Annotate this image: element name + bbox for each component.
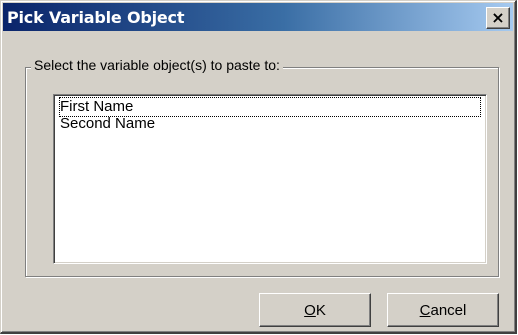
ok-label-rest: K bbox=[315, 301, 326, 319]
close-button[interactable]: × bbox=[486, 7, 510, 29]
cancel-button[interactable]: Cancel bbox=[387, 293, 499, 327]
variable-object-listbox[interactable]: First Name Second Name bbox=[53, 94, 487, 264]
list-item-first-name[interactable]: First Name bbox=[59, 97, 481, 117]
list-item-second-name[interactable]: Second Name bbox=[60, 115, 155, 133]
title-bar[interactable]: Pick Variable Object × bbox=[3, 3, 513, 31]
pick-variable-object-dialog: Pick Variable Object × Select the variab… bbox=[0, 0, 517, 334]
cancel-label-rest: ancel bbox=[430, 301, 467, 319]
ok-mnemonic: O bbox=[304, 301, 316, 319]
groupbox-label: Select the variable object(s) to paste t… bbox=[31, 57, 283, 73]
close-icon: × bbox=[491, 8, 505, 27]
window-title: Pick Variable Object bbox=[7, 8, 185, 27]
cancel-mnemonic: C bbox=[419, 301, 431, 319]
ok-button[interactable]: OK bbox=[259, 293, 371, 327]
